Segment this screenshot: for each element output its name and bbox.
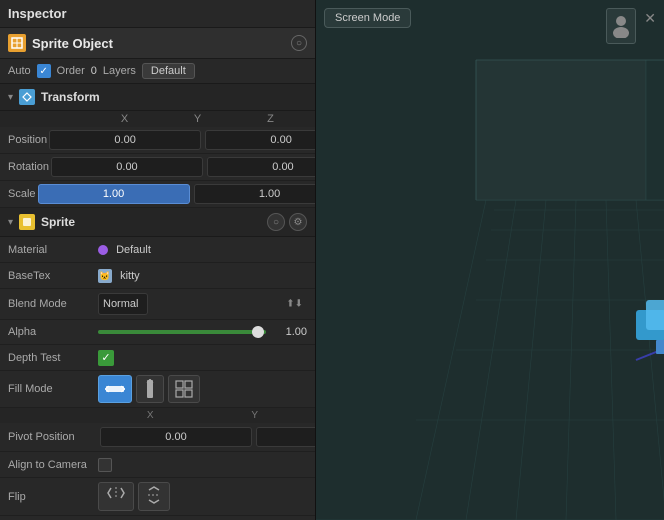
flip-v-icon — [147, 486, 161, 504]
sprite-arrow-icon: ▾ — [8, 217, 13, 228]
fill-vertical-icon — [143, 379, 157, 399]
align-camera-checkbox[interactable] — [98, 458, 112, 472]
auto-label: Auto — [8, 65, 31, 77]
y-header: Y — [161, 113, 234, 125]
alpha-slider-track — [98, 330, 266, 334]
basetex-row: BaseTex 🐱 kitty — [0, 263, 315, 289]
blend-mode-select-wrapper: Normal Additive Multiply ⬆⬇ — [98, 293, 307, 315]
alpha-slider-thumb[interactable] — [252, 326, 264, 338]
flip-vertical-btn[interactable] — [138, 482, 170, 511]
fill-tile-icon — [175, 380, 193, 398]
alpha-slider-container — [98, 324, 266, 340]
rotation-label: Rotation — [8, 161, 49, 173]
fill-horizontal-btn[interactable] — [98, 375, 132, 403]
scale-row: Scale — [0, 181, 315, 208]
scale-x-input[interactable] — [38, 184, 190, 204]
depth-test-label: Depth Test — [8, 352, 98, 364]
inspector-panel: Inspector Sprite Object ○ Auto Order 0 L… — [0, 0, 316, 520]
fill-horizontal-icon — [105, 382, 125, 396]
scale-label: Scale — [8, 188, 36, 200]
kitty-texture-icon: 🐱 — [98, 269, 112, 283]
object-icon — [8, 34, 26, 52]
pivot-x-label: X — [98, 410, 203, 421]
material-row: Material Default — [0, 237, 315, 263]
blend-select-arrow-icon: ⬆⬇ — [286, 299, 303, 310]
fill-mode-row: Fill Mode — [0, 371, 315, 408]
screen-mode-button[interactable]: Screen Mode — [324, 8, 411, 28]
rotation-row: Rotation — [0, 154, 315, 181]
pivot-position-row: Pivot Position — [0, 423, 315, 452]
basetex-label: BaseTex — [8, 270, 98, 282]
position-label: Position — [8, 134, 47, 146]
sprite-section-header[interactable]: ▾ Sprite ○ ⚙ — [0, 208, 315, 237]
order-value: 0 — [91, 65, 97, 77]
alpha-label: Alpha — [8, 326, 98, 338]
viewport-corner-icon — [606, 8, 636, 44]
toolbar-row: Auto Order 0 Layers Default — [0, 59, 315, 84]
material-color-dot — [98, 245, 108, 255]
material-label: Material — [8, 244, 98, 256]
transform-icon — [19, 89, 35, 105]
fill-tile-btn[interactable] — [168, 375, 200, 403]
pivot-x-input[interactable] — [100, 427, 252, 447]
blend-mode-select[interactable]: Normal Additive Multiply — [98, 293, 148, 315]
transform-title: Transform — [41, 90, 307, 104]
fill-mode-label: Fill Mode — [8, 383, 98, 395]
flip-btns-group — [98, 482, 170, 511]
flip-row: Flip — [0, 478, 315, 516]
transform-section-header[interactable]: ▾ Transform — [0, 84, 315, 111]
order-label: Order — [57, 65, 85, 77]
material-value: Default — [98, 244, 307, 256]
pivot-y-label: Y — [203, 410, 308, 421]
x-header: X — [88, 113, 161, 125]
grid-canvas — [316, 0, 664, 520]
viewport: Screen Mode ✕ — [316, 0, 664, 520]
blend-mode-row: Blend Mode Normal Additive Multiply ⬆⬇ — [0, 289, 315, 320]
sprite-options-btn[interactable]: ○ — [267, 213, 285, 231]
scale-y-input[interactable] — [194, 184, 315, 204]
rotation-y-input[interactable] — [207, 157, 315, 177]
blend-mode-label: Blend Mode — [8, 298, 98, 310]
object-header: Sprite Object ○ — [0, 28, 315, 59]
layers-label: Layers — [103, 65, 136, 77]
pivot-y-input[interactable] — [256, 427, 315, 447]
auto-checkbox[interactable] — [37, 64, 51, 78]
align-camera-label: Align to Camera — [8, 459, 98, 471]
viewport-close-icon[interactable]: ✕ — [644, 10, 656, 27]
depth-test-checkbox[interactable] — [98, 350, 114, 366]
sprite-icon — [19, 214, 35, 230]
inspector-title: Inspector — [8, 6, 67, 21]
fill-btns-group — [98, 375, 307, 403]
position-row: Position — [0, 127, 315, 154]
transform-arrow-icon: ▾ — [8, 92, 13, 103]
sprite-gear-btn[interactable]: ⚙ — [289, 213, 307, 231]
depth-test-row: Depth Test — [0, 345, 315, 371]
alpha-row: Alpha 1.00 — [0, 320, 315, 345]
flip-h-icon — [107, 486, 125, 500]
pivot-label: Pivot Position — [8, 431, 98, 443]
rotation-x-input[interactable] — [51, 157, 203, 177]
xyz-header: X Y Z — [0, 111, 315, 127]
object-options-btn[interactable]: ○ — [291, 35, 307, 51]
fill-vertical-btn[interactable] — [136, 375, 164, 403]
default-badge[interactable]: Default — [142, 63, 195, 79]
position-x-input[interactable] — [49, 130, 201, 150]
basetex-value: 🐱 kitty — [98, 269, 307, 283]
z-header: Z — [234, 113, 307, 125]
pivot-xy-labels: X Y — [0, 408, 315, 423]
alpha-value: 1.00 — [272, 326, 307, 338]
object-name: Sprite Object — [32, 36, 285, 51]
flip-label: Flip — [8, 491, 98, 503]
flip-horizontal-btn[interactable] — [98, 482, 134, 511]
person-icon — [611, 14, 631, 38]
inspector-header: Inspector — [0, 0, 315, 28]
align-camera-row: Align to Camera — [0, 452, 315, 478]
sprite-title: Sprite — [41, 215, 261, 229]
position-y-input[interactable] — [205, 130, 315, 150]
